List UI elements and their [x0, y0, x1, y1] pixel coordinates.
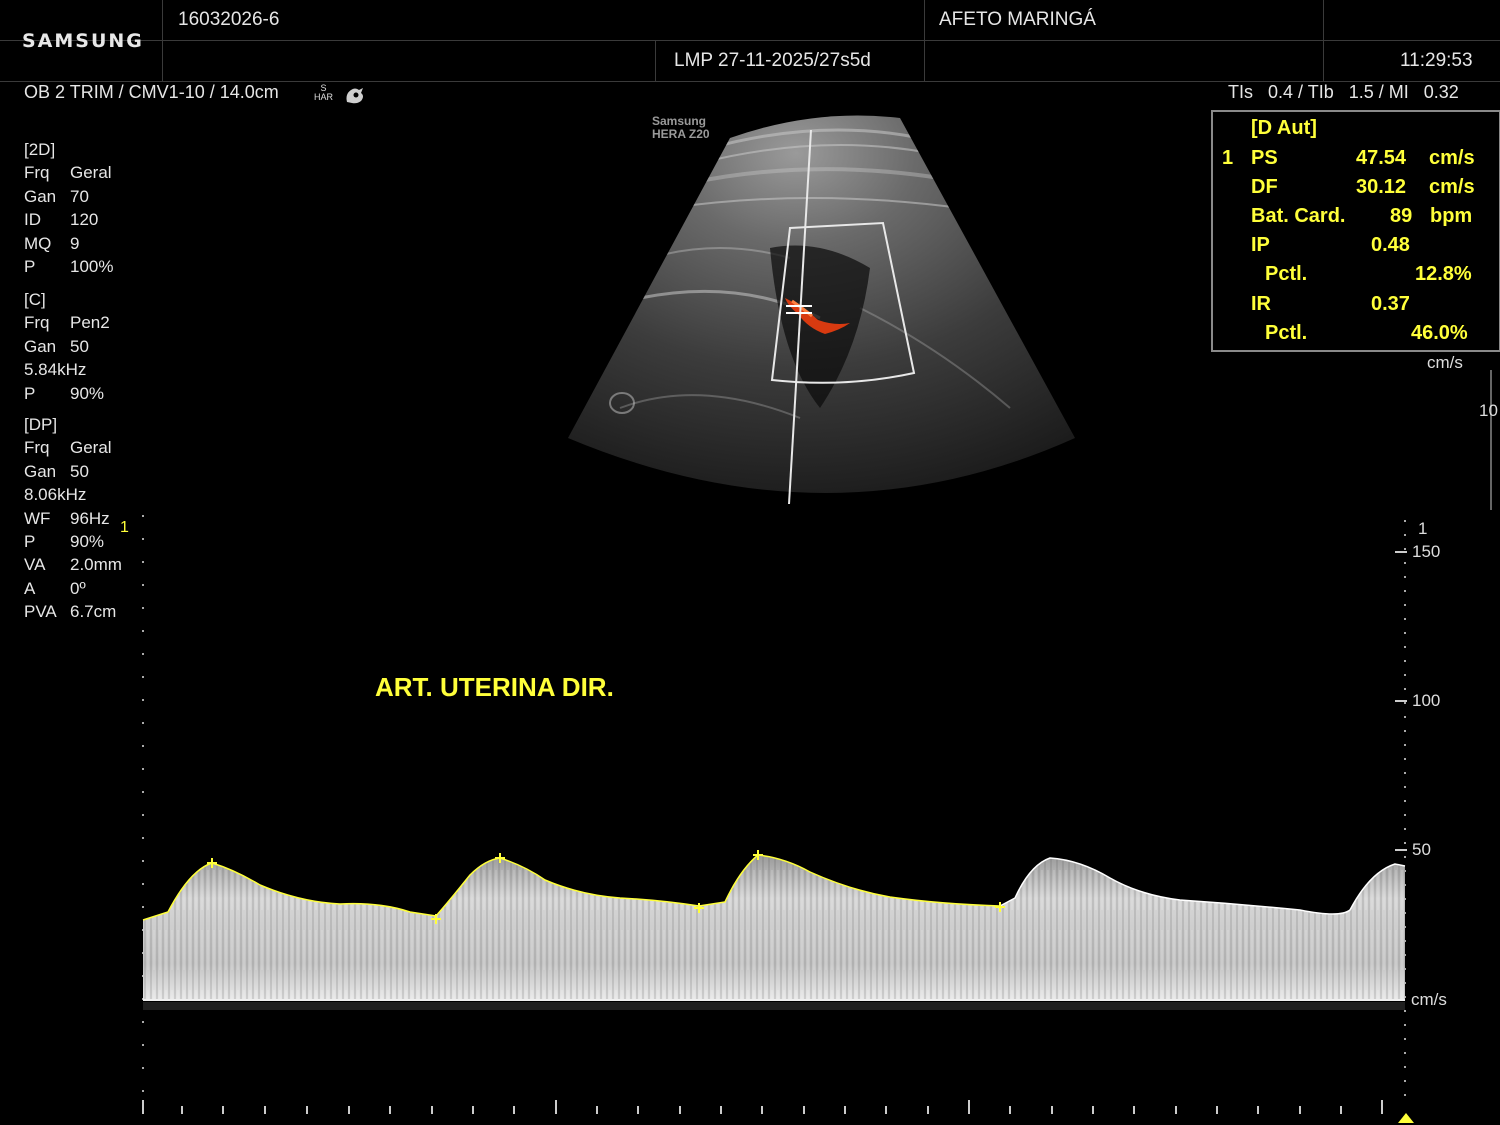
param-row: Gan 70	[24, 186, 89, 206]
clock-time: 11:29:53	[1400, 50, 1473, 71]
scale-label-100: 100	[1412, 691, 1441, 710]
measurement-panel: [D Aut] 1 PS 47.54 cm/s DF 30.12 cm/s Ba…	[1211, 110, 1500, 352]
df-value: 30.12	[1356, 176, 1407, 198]
param-row: Frq Geral	[24, 438, 112, 458]
ps-label: PS	[1251, 147, 1278, 169]
ip-label: IP	[1251, 234, 1270, 256]
param-row: ID 120	[24, 210, 99, 230]
color-scale-bar	[1490, 370, 1500, 510]
ps-unit: cm/s	[1429, 147, 1475, 169]
param-row: Frq Geral	[24, 163, 112, 183]
param-row: Frq Pen2	[24, 313, 110, 333]
patient-id: 16032026-6	[178, 9, 280, 30]
color-scale-unit: cm/s	[1427, 353, 1463, 372]
safety-indices: TIs 0.4 / TIb 1.5 / MI 0.32	[1228, 82, 1459, 102]
params-2d: [2D] Frq Geral Gan 70 ID 120 MQ 9 P 100%	[24, 138, 113, 278]
hr-unit: bpm	[1430, 205, 1473, 227]
probe-label: Samsung HERA Z20	[652, 115, 710, 141]
preset-info: OB 2 TRIM / CMV1-10 / 14.0cm	[24, 82, 279, 102]
vessel-annotation: ART. UTERINA DIR.	[375, 672, 614, 702]
doppler-spectrum	[142, 515, 1414, 1123]
param-row: P 90%	[24, 383, 105, 403]
params-2d-title: [2D]	[24, 140, 56, 159]
df-label: DF	[1251, 176, 1278, 198]
ir-pctl-label: Pctl.	[1265, 322, 1308, 344]
params-color: [C] Frq Pen2 Gan 50 5.84kHz P 90%	[24, 288, 110, 405]
lmp-gestational-age: LMP 27-11-2025/27s5d	[674, 50, 871, 71]
param-row: Gan 50	[24, 461, 89, 481]
param-row: Gan 50	[24, 336, 89, 356]
param-row: MQ 9	[24, 233, 80, 253]
samsung-logo: SAMSUNG	[22, 30, 144, 52]
doppler-marker-right: 1	[1418, 519, 1428, 538]
ps-value: 47.54	[1356, 147, 1407, 169]
hr-label: Bat. Card.	[1251, 205, 1346, 227]
b-mode-image	[568, 115, 1075, 505]
meas-title: [D Aut]	[1251, 117, 1317, 139]
har-bottom: HAR	[314, 92, 334, 102]
ir-pctl-value: 46.0%	[1411, 322, 1468, 344]
color-scale-max: 10	[1479, 401, 1498, 420]
doppler-marker-left: 1	[120, 519, 129, 536]
har-indicator: S HAR	[314, 84, 333, 102]
params-color-title: [C]	[24, 290, 46, 309]
probe-label-line2: HERA Z20	[652, 127, 710, 141]
params-dp-title: [DP]	[24, 415, 58, 434]
ip-pctl-label: Pctl.	[1265, 263, 1308, 285]
hr-value: 89	[1390, 205, 1413, 227]
ir-value: 0.37	[1371, 293, 1410, 315]
scale-label-50: 50	[1412, 840, 1431, 859]
doppler-unit: cm/s	[1411, 990, 1447, 1009]
institution-name: AFETO MARINGÁ	[939, 9, 1096, 30]
df-unit: cm/s	[1429, 176, 1475, 198]
fetus-icon	[343, 84, 367, 111]
ir-label: IR	[1251, 293, 1271, 315]
meas-index: 1	[1222, 147, 1234, 169]
scale-label-150: 150	[1412, 542, 1441, 561]
param-row: 5.84kHz	[24, 360, 87, 380]
param-row: P 100%	[24, 257, 114, 277]
ip-pctl-value: 12.8%	[1415, 263, 1472, 285]
ip-value: 0.48	[1371, 234, 1410, 256]
